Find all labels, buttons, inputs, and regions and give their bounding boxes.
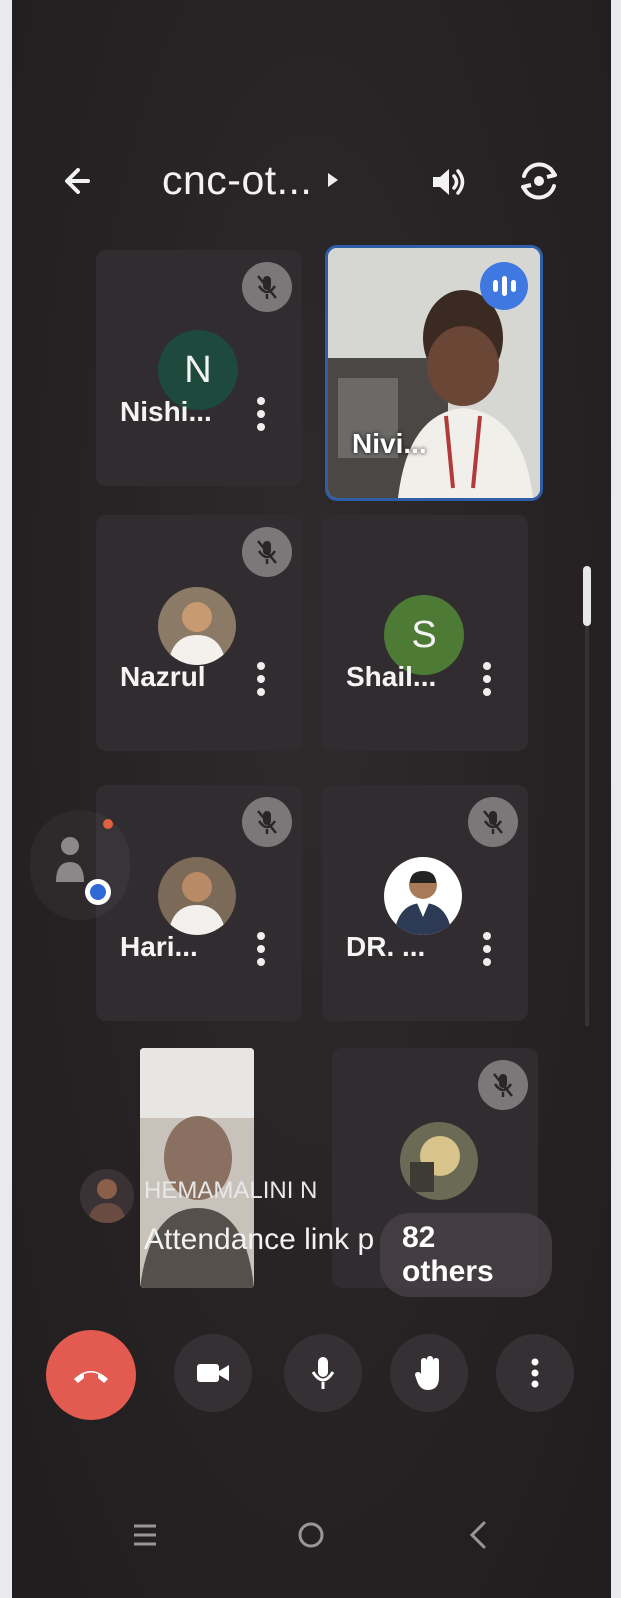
mic-off-icon [493,1073,513,1097]
recents-button[interactable] [120,1510,170,1560]
camera-toggle-button[interactable] [174,1334,252,1412]
participant-name: DR. ... [346,931,426,962]
speaker-icon [433,169,465,195]
system-nav-bar [12,1490,611,1580]
camera-rotate-icon [521,162,557,200]
avatar [384,857,462,935]
mic-off-icon [257,810,277,834]
more-vertical-icon [531,1358,539,1388]
participant-name: Nishi... [120,396,212,427]
more-options-button[interactable] [256,659,266,699]
participant-tile[interactable]: DR. ... [322,785,528,1021]
scroll-track [585,626,589,1026]
participant-name: Nazrul [120,661,206,692]
profile-photo [158,587,236,665]
participant-name: Hari... [120,931,198,962]
video-camera-icon [197,1364,229,1382]
screen-edge-right [611,0,621,1598]
mic-off-badge [242,527,292,577]
participant-tile[interactable]: N Nishi... [96,250,302,486]
chevron-left-icon [469,1521,486,1549]
meeting-screen: cnc-ot... N Nishi... Nivi... Nazrul S Sh… [12,0,611,1598]
profile-photo [80,1169,134,1223]
switch-camera-button[interactable] [514,156,564,206]
back-button[interactable] [56,158,102,204]
end-call-button[interactable] [46,1330,136,1420]
avatar-letter: S [411,613,437,656]
audio-output-button[interactable] [427,160,471,204]
active-speaker-video[interactable]: Nivi... [325,245,543,501]
speaking-indicator [480,262,528,310]
more-options-button[interactable] [496,1334,574,1412]
participant-tile[interactable]: Nazrul [96,515,302,751]
live-caption: HEMAMALINI N Attendance link p 82 others [72,1165,552,1297]
more-options-button[interactable] [256,929,266,969]
microphone-toggle-button[interactable] [284,1334,362,1412]
raise-hand-button[interactable] [390,1334,468,1412]
mic-off-icon [257,540,277,564]
caption-speaker-name: HEMAMALINI N [144,1177,318,1204]
profile-photo [158,857,236,935]
recents-icon [134,1524,156,1546]
participant-name: Nivi... [352,428,427,459]
more-options-button[interactable] [482,659,492,699]
others-count-badge[interactable]: 82 others [380,1213,552,1297]
top-bar: cnc-ot... [12,140,611,220]
more-options-button[interactable] [482,929,492,969]
scroll-thumb[interactable] [583,566,591,626]
system-back-button[interactable] [454,1510,504,1560]
caption-text: Attendance link p [144,1223,375,1256]
raise-hand-icon [415,1356,439,1390]
more-options-button[interactable] [256,394,266,434]
avatar-letter: N [184,348,212,391]
home-icon [298,1522,324,1548]
avatar [158,587,236,665]
profile-photo [384,857,462,935]
meeting-title-button[interactable]: cnc-ot... [162,150,339,210]
participant-tile[interactable]: S Shail... [322,515,528,751]
mic-off-badge [478,1060,528,1110]
people-icon [56,819,113,905]
arrow-left-icon [65,168,90,194]
participant-list-scrollbar[interactable] [583,566,591,1026]
mic-off-icon [483,810,503,834]
mic-off-badge [468,797,518,847]
call-controls [12,1320,611,1430]
mic-off-badge [242,797,292,847]
people-button[interactable] [30,810,130,920]
home-button[interactable] [286,1510,336,1560]
avatar [158,857,236,935]
meeting-title: cnc-ot... [162,156,313,203]
microphone-icon [311,1357,335,1389]
screen-edge-left [0,0,12,1598]
caption-speaker-avatar [80,1169,134,1223]
mic-off-badge [242,262,292,312]
mic-off-icon [257,275,277,299]
participant-name: Shail... [346,661,437,692]
phone-hangup-icon [74,1371,108,1383]
caret-right-icon [328,173,339,187]
